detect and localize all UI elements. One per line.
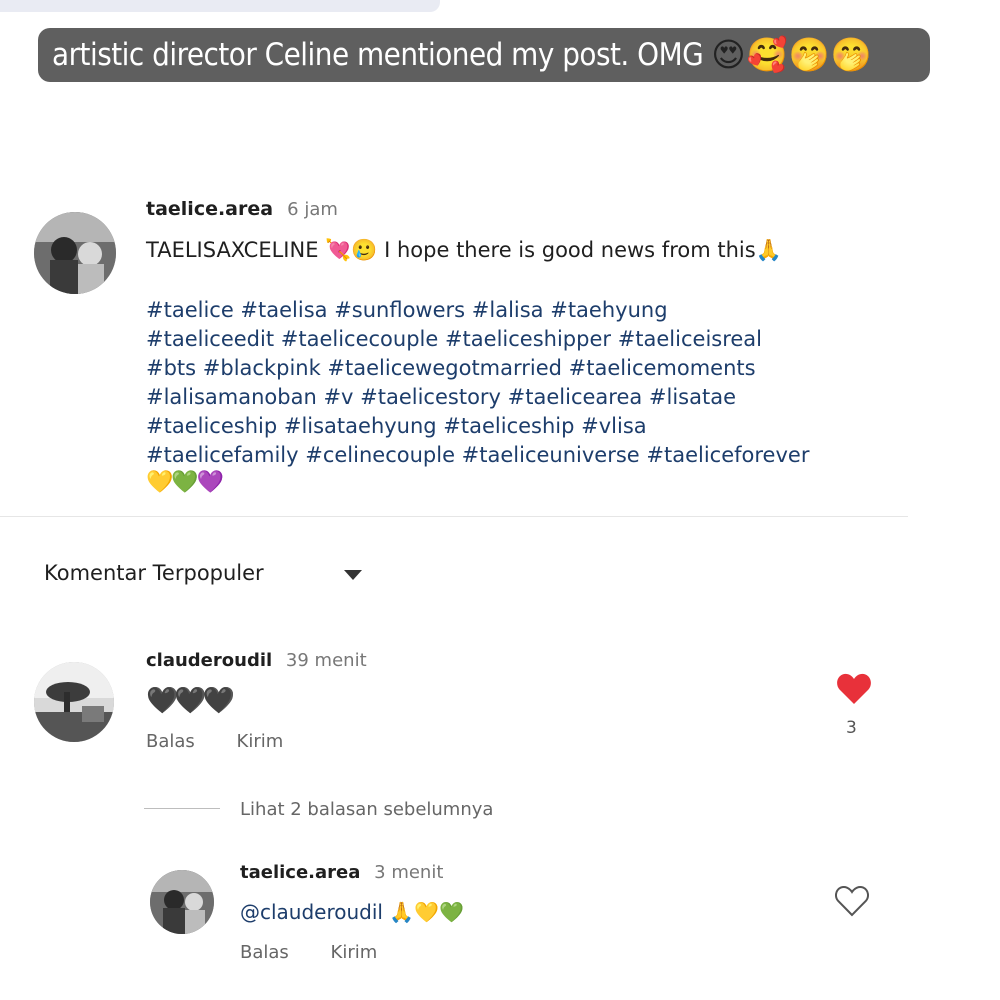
view-previous-replies-link[interactable]: Lihat 2 balasan sebelumnya xyxy=(240,799,493,820)
post-username[interactable]: taelice.area xyxy=(146,198,273,220)
comment-text: 🖤🖤🖤 xyxy=(146,686,235,716)
post-time: 6 jam xyxy=(287,199,338,220)
reply-text: @clauderoudil 🙏💛💚 xyxy=(240,900,465,924)
hashtag-line[interactable]: #lalisamanoban #v #taelicestory #taelice… xyxy=(146,383,886,412)
post-hashtags: #taelice #taelisa #sunflowers #lalisa #t… xyxy=(146,296,886,470)
reply-button[interactable]: Balas xyxy=(240,942,289,963)
avatar-photo-icon xyxy=(34,662,114,742)
post-heart-emojis: 💛💚💜 xyxy=(146,470,224,495)
heart-filled-icon[interactable] xyxy=(836,672,872,706)
hashtag-line[interactable]: #taelicefamily #celinecouple #taeliceuni… xyxy=(146,441,886,470)
story-caption: artistic director Celine mentioned my po… xyxy=(52,37,704,73)
comments-sort-label[interactable]: Komentar Terpopuler xyxy=(44,561,264,585)
heart-outline-icon[interactable] xyxy=(834,884,870,918)
reply-actions: Balas Kirim xyxy=(240,942,413,963)
hashtag-line[interactable]: #taelice #taelisa #sunflowers #lalisa #t… xyxy=(146,296,886,325)
comment-actions: Balas Kirim xyxy=(146,731,319,752)
comment-header: clauderoudil 39 menit xyxy=(146,650,367,671)
send-button[interactable]: Kirim xyxy=(331,942,378,963)
post-caption: TAELISAXCELINE 💘🥲 I hope there is good n… xyxy=(146,238,782,262)
avatar-photo-icon xyxy=(150,870,214,934)
like-count: 3 xyxy=(846,718,857,738)
hashtag-line[interactable]: #taeliceedit #taelicecouple #taeliceship… xyxy=(146,325,886,354)
story-text-banner: artistic director Celine mentioned my po… xyxy=(38,28,930,82)
comment-time: 39 menit xyxy=(285,650,367,671)
post-avatar[interactable] xyxy=(34,212,116,294)
post-header: taelice.area 6 jam xyxy=(146,198,338,220)
top-fade-bar xyxy=(0,0,440,12)
reply-avatar[interactable] xyxy=(150,870,214,934)
hashtag-line[interactable]: #bts #blackpink #taelicewegotmarried #ta… xyxy=(146,354,886,383)
reply-username[interactable]: taelice.area xyxy=(240,862,360,883)
hashtag-line[interactable]: #taeliceship #lisataehyung #taeliceship … xyxy=(146,412,886,441)
avatar-photo-icon xyxy=(34,212,116,294)
reply-time: 3 menit xyxy=(374,862,444,883)
story-emojis: 😍🥰🤭🤭 xyxy=(711,35,873,74)
reply-header: taelice.area 3 menit xyxy=(240,862,443,883)
comment-username[interactable]: clauderoudil xyxy=(146,650,272,671)
reply-button[interactable]: Balas xyxy=(146,731,195,752)
replies-divider-line xyxy=(144,808,220,809)
comment-avatar[interactable] xyxy=(34,662,114,742)
send-button[interactable]: Kirim xyxy=(237,731,284,752)
chevron-down-icon[interactable] xyxy=(344,570,362,580)
section-divider xyxy=(0,516,908,517)
